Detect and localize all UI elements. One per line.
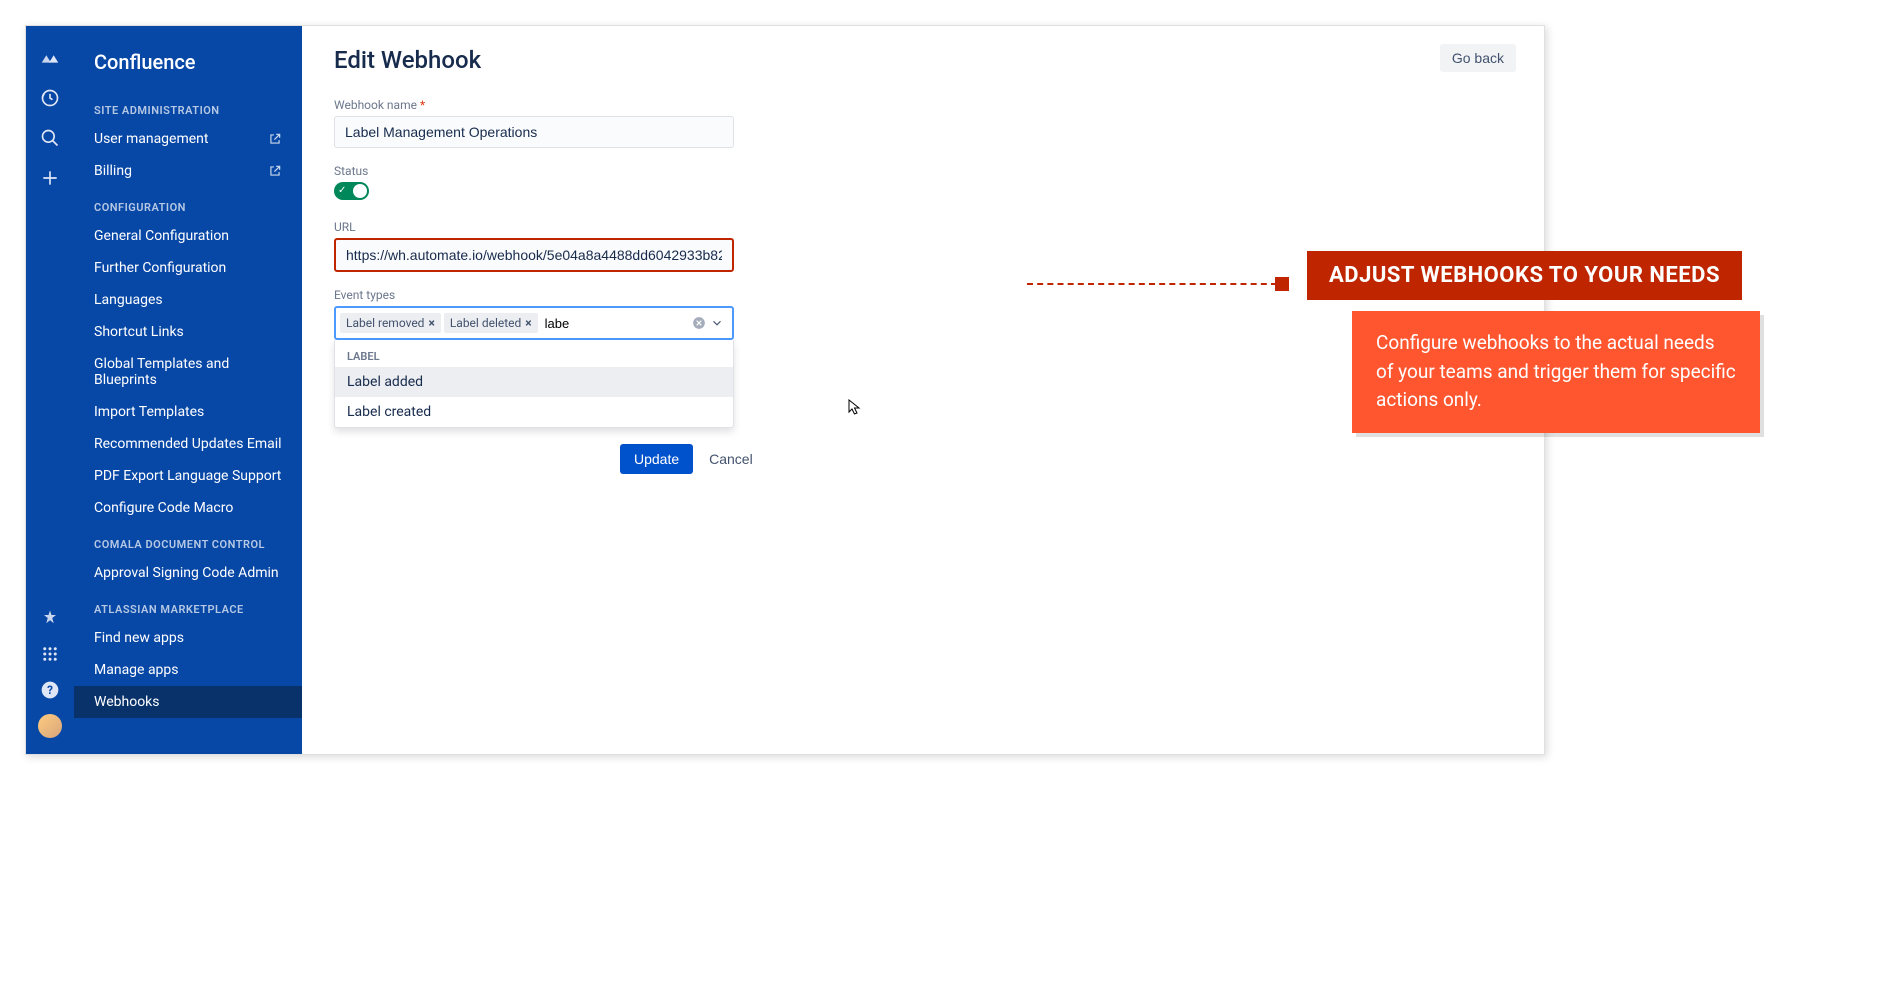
discover-icon[interactable] (38, 606, 62, 630)
dropdown-item[interactable]: Label added (335, 367, 733, 397)
external-link-icon (268, 164, 282, 178)
sidebar-item-pdf-export-language-support[interactable]: PDF Export Language Support (74, 460, 302, 492)
chevron-down-icon[interactable] (710, 316, 724, 330)
sidebar-item-label: Languages (94, 292, 163, 308)
sidebar-item-shortcut-links[interactable]: Shortcut Links (74, 316, 302, 348)
sidebar-item-label: Billing (94, 163, 132, 179)
page-title: Edit Webhook (334, 46, 1512, 74)
sidebar-item-approval-signing-code-admin[interactable]: Approval Signing Code Admin (74, 557, 302, 589)
sidebar-item-import-templates[interactable]: Import Templates (74, 396, 302, 428)
sidebar-item-label: Webhooks (94, 694, 160, 710)
external-link-icon (268, 132, 282, 146)
section-header: CONFIGURATION (74, 187, 302, 220)
logo-icon[interactable] (38, 46, 62, 70)
icon-rail: ? (26, 26, 74, 754)
app-name: Confluence (74, 42, 302, 90)
help-icon[interactable]: ? (38, 678, 62, 702)
sidebar-item-general-configuration[interactable]: General Configuration (74, 220, 302, 252)
sidebar-item-label: Import Templates (94, 404, 204, 420)
chip-remove-icon[interactable]: × (525, 316, 531, 330)
recent-icon[interactable] (38, 86, 62, 110)
sidebar-item-label: Configure Code Macro (94, 500, 233, 516)
chip: Label removed × (340, 313, 441, 333)
sidebar-item-label: Find new apps (94, 630, 184, 646)
sidebar-item-configure-code-macro[interactable]: Configure Code Macro (74, 492, 302, 524)
sidebar-item-languages[interactable]: Languages (74, 284, 302, 316)
url-label: URL (334, 220, 1512, 234)
section-header: SITE ADMINISTRATION (74, 90, 302, 123)
webhook-name-input[interactable] (334, 116, 734, 148)
chip: Label deleted × (444, 313, 538, 333)
update-button[interactable]: Update (620, 444, 693, 474)
avatar[interactable] (38, 714, 62, 738)
section-header: ATLASSIAN MARKETPLACE (74, 589, 302, 622)
sidebar: Confluence SITE ADMINISTRATION User manag… (74, 26, 302, 754)
status-label: Status (334, 164, 1512, 178)
sidebar-item-label: Further Configuration (94, 260, 226, 276)
chip-label: Label deleted (450, 316, 521, 330)
chip-remove-icon[interactable]: × (428, 316, 434, 330)
callout-marker (1275, 277, 1289, 291)
sidebar-item-label: User management (94, 131, 208, 147)
clear-icon[interactable] (692, 316, 706, 330)
chip-label: Label removed (346, 316, 424, 330)
sidebar-item-label: Shortcut Links (94, 324, 184, 340)
event-dropdown: LABEL Label addedLabel created (334, 340, 734, 428)
sidebar-item-billing[interactable]: Billing (74, 155, 302, 187)
sidebar-item-label: Global Templates and Blueprints (94, 356, 282, 388)
sidebar-item-label: PDF Export Language Support (94, 468, 281, 484)
sidebar-item-global-templates-and-blueprints[interactable]: Global Templates and Blueprints (74, 348, 302, 396)
check-icon: ✓ (338, 185, 346, 196)
webhook-name-label: Webhook name * (334, 98, 1512, 112)
create-icon[interactable] (38, 166, 62, 190)
sidebar-item-label: Approval Signing Code Admin (94, 565, 279, 581)
cancel-button[interactable]: Cancel (697, 444, 765, 474)
url-input[interactable] (334, 238, 734, 272)
callout-body: Configure webhooks to the actual needs o… (1352, 311, 1760, 433)
sidebar-item-label: Recommended Updates Email (94, 436, 282, 452)
section-header: COMALA DOCUMENT CONTROL (74, 524, 302, 557)
sidebar-item-label: General Configuration (94, 228, 229, 244)
sidebar-item-user-management[interactable]: User management (74, 123, 302, 155)
status-toggle[interactable]: ✓ (334, 182, 369, 200)
go-back-button[interactable]: Go back (1440, 44, 1516, 72)
svg-text:?: ? (47, 683, 53, 697)
event-types-select[interactable]: Label removed ×Label deleted × (334, 306, 734, 340)
main-content: Go back Edit Webhook Webhook name * Stat… (302, 26, 1544, 754)
search-icon[interactable] (38, 126, 62, 150)
sidebar-item-find-new-apps[interactable]: Find new apps (74, 622, 302, 654)
dropdown-item[interactable]: Label created (335, 397, 733, 427)
callout-connector (1027, 283, 1277, 285)
callout-title: ADJUST WEBHOOKS TO YOUR NEEDS (1307, 251, 1742, 300)
dropdown-group-label: LABEL (335, 340, 733, 367)
sidebar-item-manage-apps[interactable]: Manage apps (74, 654, 302, 686)
event-types-input[interactable] (541, 314, 601, 333)
sidebar-item-label: Manage apps (94, 662, 179, 678)
apps-icon[interactable] (38, 642, 62, 666)
sidebar-item-webhooks[interactable]: Webhooks (74, 686, 302, 718)
sidebar-item-further-configuration[interactable]: Further Configuration (74, 252, 302, 284)
sidebar-item-recommended-updates-email[interactable]: Recommended Updates Email (74, 428, 302, 460)
